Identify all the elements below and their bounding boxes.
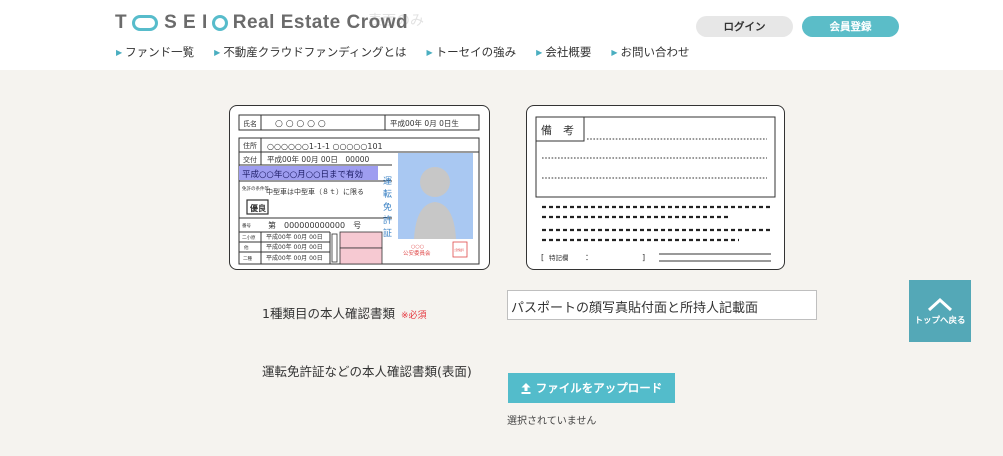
license-title-char: 転 — [383, 189, 392, 200]
triangle-right-icon: ▶ — [611, 47, 618, 57]
upload-file-button[interactable]: ファイルをアップロード — [508, 373, 675, 403]
category-label: 他 — [244, 244, 249, 251]
logo-ring-icon — [132, 15, 159, 31]
logo-ring-small-icon — [211, 15, 228, 31]
nav-item-label: 会社概要 — [545, 45, 592, 59]
login-button[interactable]: ログイン — [696, 16, 793, 37]
category-date: 平成00年 00月 00日 — [266, 233, 323, 241]
doc-type-select[interactable]: パスポートの顔写真貼付面と所持人記載面 — [507, 290, 817, 320]
special-label: 特記欄 — [549, 253, 569, 262]
triangle-right-icon: ▶ — [116, 47, 123, 57]
photo-placeholder — [398, 153, 473, 239]
site-header: 表面のみ T S E I Real Estate Crowd ログイン 会員登録… — [0, 0, 1003, 70]
nav-item-about-crowdfunding[interactable]: ▶ 不動産クラウドファンディングとは — [214, 44, 406, 60]
triangle-right-icon: ▶ — [536, 47, 543, 57]
license-title-char: 免 — [383, 201, 392, 213]
license-back-illustration: 備 考 [ 特記欄 ： ] — [526, 105, 785, 270]
issue-label: 交付 — [243, 155, 257, 164]
address-label: 住所 — [243, 141, 257, 150]
no-file-selected-text: 選択されていません — [507, 416, 597, 427]
license-front-illustration: 氏名 ○ ○ ○ ○ ○ 平成00年 0月 0日生 住所 ○○○○○○1-1-1… — [229, 105, 490, 270]
nav-item-label: 不動産クラウドファンディングとは — [223, 45, 407, 59]
issue-value: 平成00年 00月 00日 00000 — [267, 154, 369, 164]
nav-item-label: お問い合わせ — [620, 45, 690, 59]
site-logo[interactable]: T S E I Real Estate Crowd — [115, 12, 408, 34]
name-value: ○ ○ ○ ○ ○ — [275, 119, 326, 129]
nav-item-contact[interactable]: ▶ お問い合わせ — [611, 44, 689, 60]
address-value: ○○○○○○1-1-1 ○○○○○101 — [267, 142, 383, 151]
nav-item-label: ファンド一覧 — [125, 45, 195, 59]
condition-value: 中型車は中型車（８ｔ）に限る — [266, 187, 364, 196]
special-bracket-close: ] — [642, 253, 645, 262]
category-label: 二小原 — [242, 234, 256, 241]
seal-text: 公安委員会印 — [454, 247, 464, 252]
doc-type-label-row: 1種類目の本人確認書類 ※必須 — [262, 303, 427, 322]
authority-name: 公安委員会 — [403, 249, 431, 257]
required-badge: ※必須 — [400, 311, 427, 321]
remarks-label: 備 考 — [541, 124, 574, 137]
register-button[interactable]: 会員登録 — [802, 16, 899, 37]
main-nav: ▶ ファンド一覧 ▶ 不動産クラウドファンディングとは ▶ トーセイの強み ▶ … — [116, 44, 709, 60]
name-label: 氏名 — [243, 119, 257, 128]
category-date: 平成00年 00月 00日 — [266, 254, 323, 262]
category-date: 平成00年 00月 00日 — [266, 243, 323, 251]
logo-letters-sei: S E I — [164, 12, 208, 33]
number-label: 番号 — [242, 222, 251, 229]
upload-file-label: ファイルをアップロード — [535, 381, 663, 395]
doc-type-label: 1種類目の本人確認書類 — [262, 306, 395, 321]
license-number: 第 000000000000 号 — [268, 220, 361, 230]
nav-item-strengths[interactable]: ▶ トーセイの強み — [427, 44, 517, 60]
back-to-top-label: トップへ戻る — [914, 315, 966, 326]
category-label: 二種 — [243, 255, 252, 262]
special-bracket-open: [ — [541, 253, 544, 262]
special-colon: ： — [585, 253, 593, 262]
excellent-badge: 優良 — [249, 203, 266, 213]
front-label: 運転免許証などの本人確認書類(表面) — [262, 364, 472, 379]
license-title-char: 証 — [383, 227, 392, 239]
upload-icon — [521, 382, 531, 394]
license-title-char: 許 — [383, 214, 392, 226]
birth-date: 平成00年 0月 0日生 — [390, 118, 459, 128]
authority-prefix: ○○○ — [411, 244, 424, 250]
back-to-top-button[interactable]: トップへ戻る — [909, 280, 971, 342]
logo-text: Real Estate Crowd — [232, 12, 409, 33]
expiry-date: 平成○○年○○月○○日まで有効 — [242, 169, 363, 180]
license-title-char: 運 — [383, 176, 392, 187]
nav-item-company[interactable]: ▶ 会社概要 — [536, 44, 591, 60]
logo-letter-t: T — [115, 12, 128, 33]
nav-item-label: トーセイの強み — [435, 45, 517, 59]
chevron-up-icon — [927, 297, 953, 311]
nav-item-fund-list[interactable]: ▶ ファンド一覧 — [116, 44, 194, 60]
triangle-right-icon: ▶ — [426, 47, 433, 57]
triangle-right-icon: ▶ — [214, 47, 221, 57]
